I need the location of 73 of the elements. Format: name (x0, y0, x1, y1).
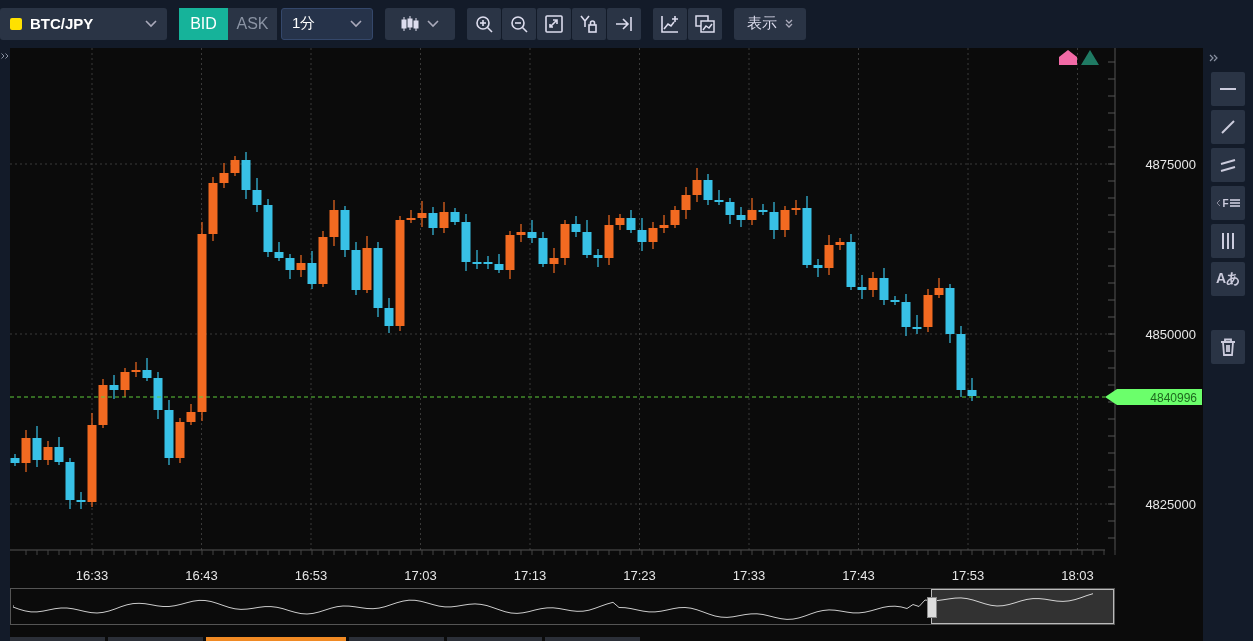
price-axis-label: 4850000 (1145, 327, 1196, 342)
candle (340, 205, 350, 258)
vertical-lines-icon (1219, 232, 1237, 250)
interval-dropdown[interactable]: 1分 (281, 7, 373, 40)
trash-tool-button[interactable] (1211, 330, 1245, 364)
fit-screen-button[interactable] (537, 7, 571, 40)
candle (692, 167, 702, 203)
chart-plus-icon (661, 14, 679, 33)
expand-icon[interactable] (1, 53, 9, 59)
time-axis-label: 17:53 (951, 568, 985, 583)
chevron-down-icon (145, 19, 157, 28)
candle (164, 399, 174, 466)
price-side-tab[interactable]: ASK (228, 7, 277, 40)
price-axis-label: 4875000 (1145, 157, 1196, 172)
time-axis-label: 16:53 (294, 568, 328, 583)
vlines-tool-button[interactable] (1211, 224, 1245, 258)
display-menu[interactable]: 表示 (734, 7, 806, 40)
stacked-lines-icon (1229, 199, 1240, 207)
chevron-down-icon (350, 19, 362, 28)
candle (329, 199, 339, 247)
candle (285, 253, 295, 280)
candle (428, 206, 438, 236)
time-axis-label: 16:33 (75, 568, 109, 583)
fib-letter: F (1222, 197, 1229, 209)
zoom-out-icon (510, 14, 528, 33)
candlestick-icon (401, 15, 419, 32)
fib-tool-button[interactable]: F (1211, 186, 1245, 220)
expand-icon[interactable] (1209, 54, 1219, 62)
time-axis-label: 17:23 (623, 568, 656, 583)
time-axis-label: 17:13 (513, 568, 547, 583)
last-price-tag: 4840996 (1105, 389, 1202, 405)
zoom-in-button[interactable] (467, 7, 501, 40)
time-axis-label: 16:43 (185, 568, 218, 583)
candle (362, 235, 372, 294)
time-axis-label: 17:43 (842, 568, 875, 583)
navigator-window[interactable] (931, 589, 1114, 624)
chart-type-dropdown[interactable] (385, 7, 455, 40)
time-axis-label: 18:03 (1061, 568, 1094, 583)
horizontal-line-icon (1220, 88, 1236, 90)
parallel-lines-icon (1219, 156, 1237, 174)
axis-lock-button[interactable] (572, 7, 606, 40)
scroll-to-end-button[interactable] (607, 7, 641, 40)
hline-tool-button[interactable] (1211, 72, 1245, 106)
candle (681, 186, 691, 220)
triangle-icon[interactable] (1081, 50, 1099, 65)
overlapping-charts-icon (695, 14, 715, 33)
arrow-to-bar-icon (615, 14, 633, 33)
compare-chart-button[interactable] (688, 7, 722, 40)
navigator-handle[interactable] (927, 597, 937, 618)
channel-tool-button[interactable] (1211, 148, 1245, 182)
axis-lock-icon (580, 14, 598, 33)
zoom-out-button[interactable] (502, 7, 536, 40)
candle (626, 209, 636, 234)
time-axis-label: 17:33 (732, 568, 766, 583)
home-marker-icon[interactable] (1059, 50, 1077, 65)
double-chevron-icon (785, 18, 793, 29)
chevron-left-icon (1216, 199, 1222, 207)
trash-icon (1220, 338, 1236, 356)
chevron-down-icon (427, 19, 439, 28)
price-axis-label: 4825000 (1145, 497, 1196, 512)
symbol-dropdown[interactable]: BTC/JPY (0, 7, 167, 40)
add-indicator-button[interactable] (653, 7, 687, 40)
diagonal-line-icon (1219, 118, 1237, 136)
candle (670, 205, 680, 229)
time-axis-label: 17:03 (404, 568, 437, 583)
candle (637, 217, 647, 252)
trend-tool-button[interactable] (1211, 110, 1245, 144)
text-tool-button[interactable]: Aあ (1211, 262, 1245, 296)
candle (736, 206, 746, 228)
candle (351, 241, 361, 296)
symbol-color-icon (10, 17, 22, 30)
zoom-in-icon (475, 14, 493, 33)
candle (483, 255, 493, 270)
